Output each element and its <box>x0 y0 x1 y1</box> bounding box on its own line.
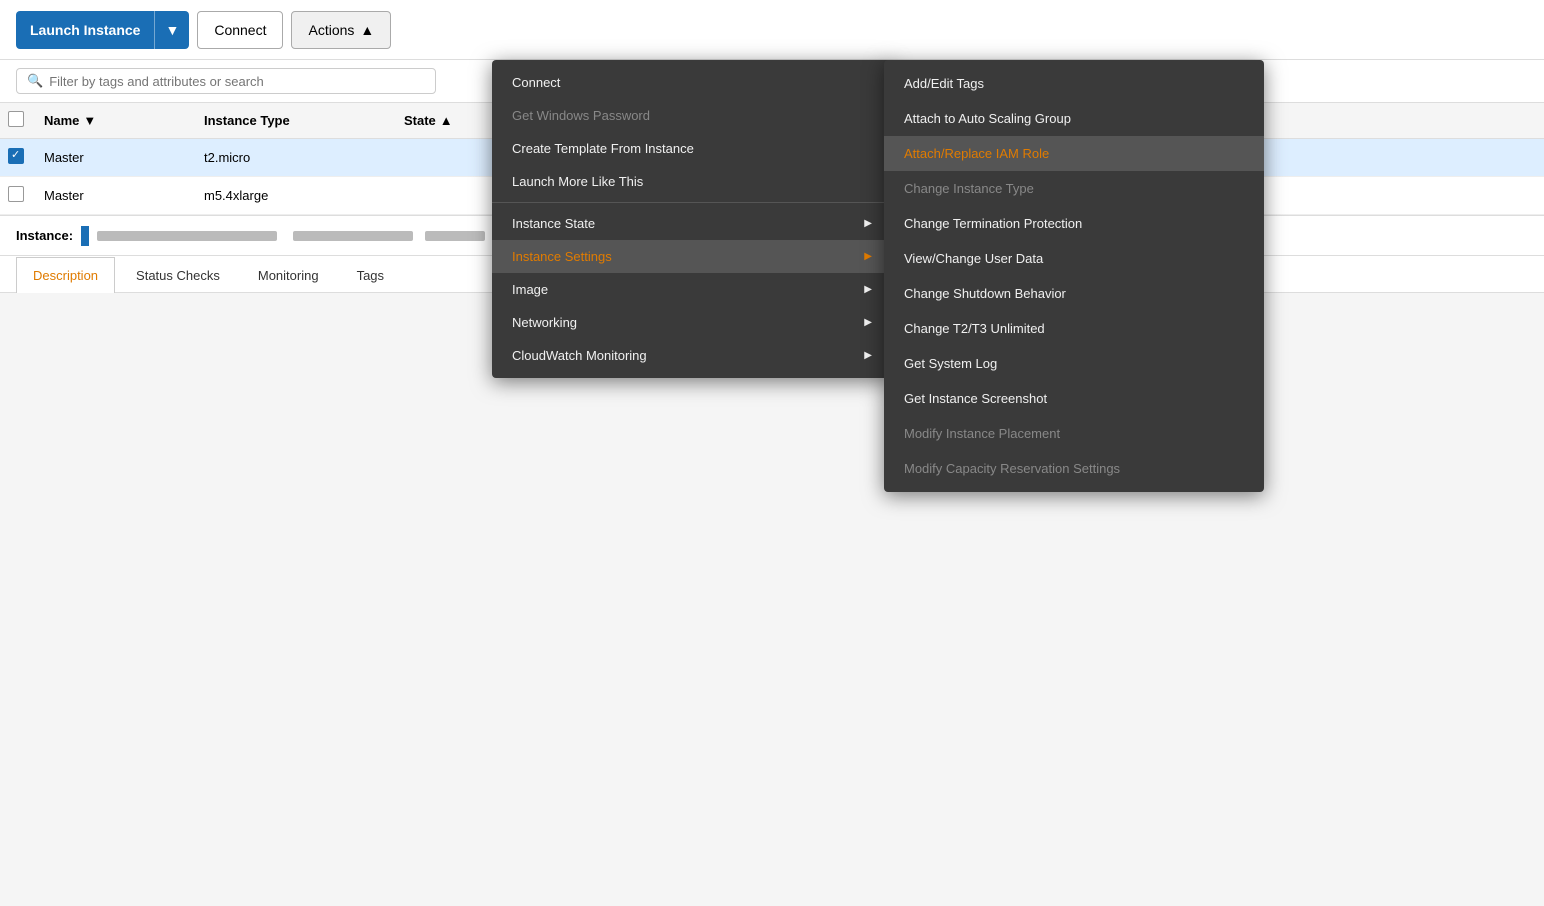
submenu-item-modify-capacity: Modify Capacity Reservation Settings <box>884 451 1264 486</box>
submenu-item-system-log[interactable]: Get System Log <box>884 346 1264 381</box>
menu-item-networking[interactable]: Networking ▶ <box>492 306 892 339</box>
row1-type: t2.micro <box>204 150 404 165</box>
menu-item-image[interactable]: Image ▶ <box>492 273 892 306</box>
menu-divider <box>492 202 892 203</box>
instance-id-indicator <box>81 226 89 246</box>
row2-name: Master <box>44 188 204 203</box>
menu-item-instance-settings[interactable]: Instance Settings ▶ <box>492 240 892 273</box>
submenu-item-attach-auto-scaling[interactable]: Attach to Auto Scaling Group <box>884 101 1264 136</box>
menu-item-launch-more[interactable]: Launch More Like This <box>492 165 892 198</box>
submenu-item-attach-iam-role[interactable]: Attach/Replace IAM Role <box>884 136 1264 171</box>
search-input[interactable] <box>49 74 425 89</box>
actions-caret-icon: ▲ <box>360 22 374 38</box>
state-sort-icon: ▲ <box>440 113 453 128</box>
submenu-item-shutdown-behavior[interactable]: Change Shutdown Behavior <box>884 276 1264 311</box>
submenu-item-change-termination[interactable]: Change Termination Protection <box>884 206 1264 241</box>
row2-checkbox-icon <box>8 186 24 202</box>
submenu-arrow-icon: ▶ <box>864 284 872 295</box>
submenu-arrow-icon: ▶ <box>864 317 872 328</box>
search-input-wrap: 🔍 <box>16 68 436 94</box>
actions-dropdown: Connect Get Windows Password Create Temp… <box>492 60 892 378</box>
instance-settings-submenu: Add/Edit Tags Attach to Auto Scaling Gro… <box>884 60 1264 492</box>
th-checkbox[interactable] <box>8 111 44 130</box>
instance-id-redacted3 <box>425 231 485 241</box>
actions-button[interactable]: Actions ▲ <box>291 11 391 49</box>
submenu-arrow-icon: ▶ <box>864 218 872 229</box>
search-icon: 🔍 <box>27 73 43 89</box>
submenu-item-modify-placement: Modify Instance Placement <box>884 416 1264 451</box>
launch-instance-caret-icon[interactable]: ▼ <box>155 11 189 49</box>
name-sort-icon: ▼ <box>83 113 96 128</box>
menu-item-connect[interactable]: Connect <box>492 66 892 99</box>
submenu-arrow-icon: ▶ <box>864 350 872 361</box>
th-instance-type[interactable]: Instance Type <box>204 113 404 128</box>
launch-instance-button[interactable]: Launch Instance ▼ <box>16 11 189 49</box>
row1-checkbox[interactable] <box>8 148 44 167</box>
header-checkbox <box>8 111 24 127</box>
tab-tags[interactable]: Tags <box>340 257 401 293</box>
launch-instance-label: Launch Instance <box>16 11 155 49</box>
row1-name: Master <box>44 150 204 165</box>
instance-label: Instance: <box>16 228 73 243</box>
toolbar: Launch Instance ▼ Connect Actions ▲ <box>0 0 1544 60</box>
menu-item-instance-state[interactable]: Instance State ▶ <box>492 207 892 240</box>
tab-status-checks[interactable]: Status Checks <box>119 257 237 293</box>
actions-label: Actions <box>308 22 354 38</box>
connect-button[interactable]: Connect <box>197 11 283 49</box>
submenu-item-t2t3-unlimited[interactable]: Change T2/T3 Unlimited <box>884 311 1264 346</box>
instance-id-redacted <box>97 231 277 241</box>
row2-type: m5.4xlarge <box>204 188 404 203</box>
submenu-item-instance-screenshot[interactable]: Get Instance Screenshot <box>884 381 1264 416</box>
submenu-item-change-instance-type: Change Instance Type <box>884 171 1264 206</box>
tab-monitoring[interactable]: Monitoring <box>241 257 336 293</box>
menu-item-create-template[interactable]: Create Template From Instance <box>492 132 892 165</box>
submenu-item-user-data[interactable]: View/Change User Data <box>884 241 1264 276</box>
menu-item-cloudwatch[interactable]: CloudWatch Monitoring ▶ <box>492 339 892 372</box>
tab-description[interactable]: Description <box>16 257 115 293</box>
th-name[interactable]: Name ▼ <box>44 113 204 128</box>
instance-id-redacted2 <box>293 231 413 241</box>
submenu-item-add-edit-tags[interactable]: Add/Edit Tags <box>884 66 1264 101</box>
menu-item-get-windows-password: Get Windows Password <box>492 99 892 132</box>
row1-checkbox-icon <box>8 148 24 164</box>
row2-checkbox[interactable] <box>8 186 44 205</box>
submenu-arrow-icon: ▶ <box>864 251 872 262</box>
